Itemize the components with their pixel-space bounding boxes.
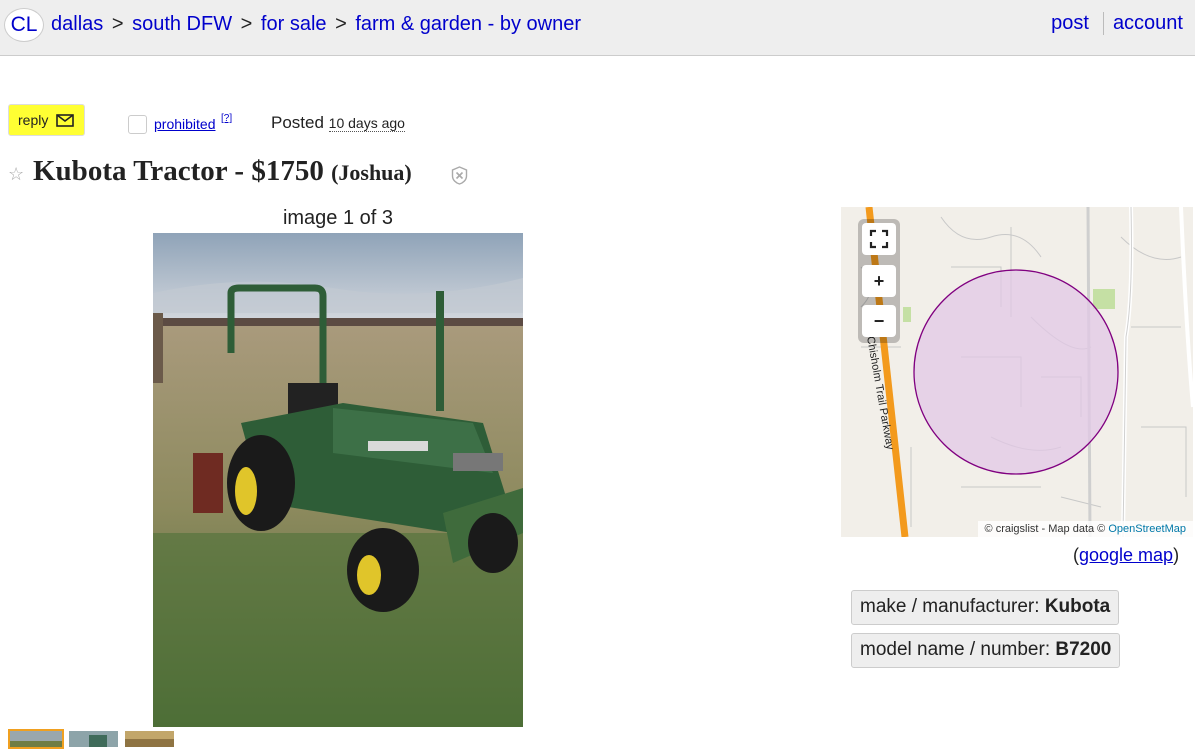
breadcrumb-farm-garden[interactable]: farm & garden - by owner [355,13,581,35]
price: $1750 [251,155,324,187]
location: (Joshua) [331,160,412,185]
thumbnail-1[interactable] [8,729,64,749]
favorite-star-icon[interactable]: ☆ [8,164,24,185]
google-map-link[interactable]: google map [1079,545,1173,565]
attribute-value: B7200 [1055,639,1112,660]
thumbnail-strip [8,729,176,749]
tractor-photo [153,233,523,727]
help-link[interactable]: [?] [221,113,232,124]
title-dash: - [227,155,252,187]
attribute-label: model name / number: [860,639,1051,660]
top-bar: CL dallas > south DFW > for sale > farm … [0,0,1195,56]
location-map[interactable]: Chisholm Trail Parkway + − © craigslist … [841,207,1193,537]
craigslist-logo[interactable]: CL [4,8,44,42]
hide-icon[interactable] [451,166,468,185]
breadcrumb-for-sale[interactable]: for sale [261,13,327,35]
attribute-label: make / manufacturer: [860,596,1040,617]
attribute-model: model name / number: B7200 [851,633,1121,668]
paren-close: ) [1173,545,1180,565]
flag-checkbox[interactable] [128,115,147,134]
attribute-value: Kubota [1044,596,1111,617]
attribution-text: © craigslist - Map data © [984,523,1106,535]
reply-label: reply [18,112,49,128]
post-link[interactable]: post [1051,12,1104,35]
breadcrumb-dallas[interactable]: dallas [51,13,103,35]
breadcrumb-separator: > [240,13,253,35]
listing-title: Kubota Tractor - $1750 (Joshua) [33,155,412,188]
fullscreen-button[interactable] [862,223,896,255]
title-text: Kubota Tractor [33,155,228,187]
listing-photo[interactable] [153,233,523,727]
zoom-out-button[interactable]: − [862,305,896,337]
posted-date: Posted 10 days ago [271,113,405,133]
reply-button[interactable]: reply [8,104,85,136]
attribute-make: make / manufacturer: Kubota [851,590,1120,625]
top-links: post account [1051,12,1183,35]
fullscreen-icon [869,229,889,249]
map-attribution: © craigslist - Map data © OpenStreetMap [977,521,1193,537]
prohibited-link[interactable]: prohibited [154,116,216,132]
google-map-line: (google map) [1073,545,1179,566]
thumbnail-2[interactable] [67,729,120,749]
breadcrumb-separator: > [335,13,347,35]
thumbnail-3[interactable] [123,729,176,749]
map-controls: + − [858,219,900,343]
breadcrumb-separator: > [111,13,124,35]
breadcrumb-south-dfw[interactable]: south DFW [132,13,232,35]
zoom-in-button[interactable]: + [862,265,896,297]
image-counter: image 1 of 3 [282,207,394,229]
approx-location-circle [913,269,1119,475]
posted-ago: 10 days ago [328,115,405,132]
openstreetmap-link[interactable]: OpenStreetMap [1108,523,1186,535]
envelope-icon [56,113,75,127]
breadcrumb: dallas > south DFW > for sale > farm & g… [51,13,581,36]
posted-label: Posted [271,113,324,132]
account-link[interactable]: account [1104,12,1183,35]
